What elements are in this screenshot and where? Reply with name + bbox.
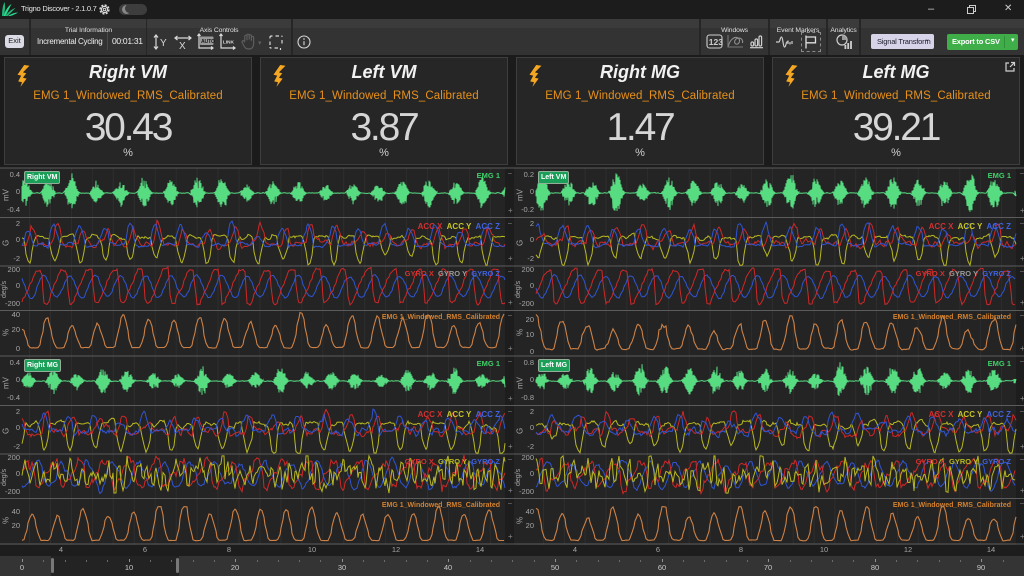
svg-text:123: 123 (709, 37, 723, 47)
svg-text:AUTO: AUTO (201, 39, 215, 45)
svg-text:LINK: LINK (223, 40, 235, 46)
svg-text:X: X (179, 41, 186, 51)
svg-text:Y: Y (160, 38, 167, 49)
